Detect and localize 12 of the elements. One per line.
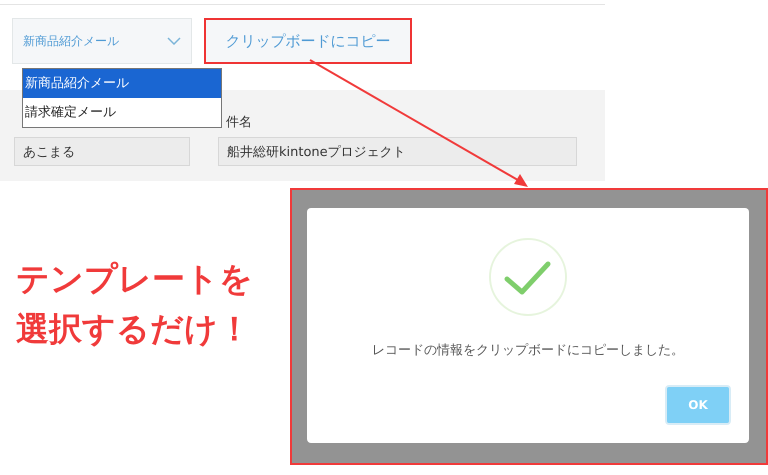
copy-button[interactable]: クリップボードにコピー [204,18,412,64]
checkmark-icon [488,237,568,317]
chevron-down-icon [167,37,181,45]
field-label: 件名 [226,114,252,131]
dropdown-option[interactable]: 新商品紹介メール [23,69,221,98]
text-field[interactable]: 船井総研kintoneプロジェクト [218,137,577,166]
template-dropdown[interactable]: 新商品紹介メール [12,18,192,64]
text-field[interactable]: あこまる [14,137,190,166]
caption-text: テンプレートを [16,258,253,300]
dialog-message: レコードの情報をクリップボードにコピーしました。 [372,342,684,359]
caption-text: 選択するだけ！ [16,308,252,350]
dropdown-option[interactable]: 請求確定メール [23,98,221,127]
